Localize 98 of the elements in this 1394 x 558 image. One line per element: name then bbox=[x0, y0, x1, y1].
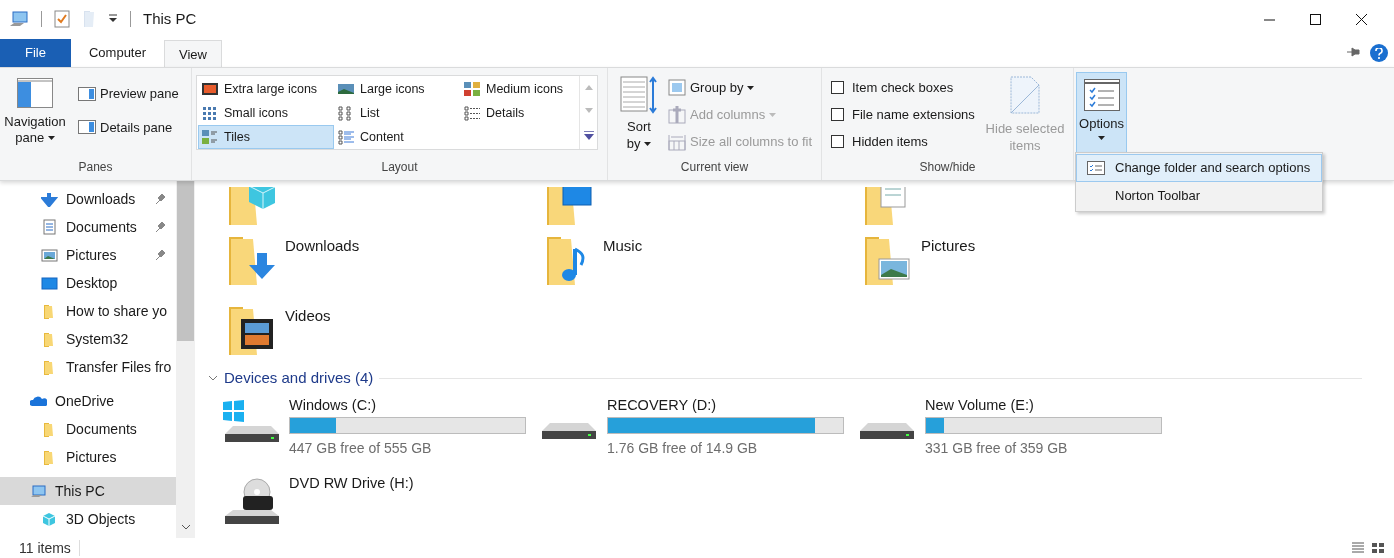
picture-icon bbox=[41, 247, 58, 263]
group-label: Panes bbox=[77, 159, 114, 176]
help-icon[interactable] bbox=[1370, 44, 1388, 62]
document-icon bbox=[1010, 76, 1040, 114]
group-label: Layout bbox=[380, 159, 419, 176]
cube-folder-icon bbox=[227, 187, 275, 225]
free-space-text: 1.76 GB free of 14.9 GB bbox=[607, 438, 759, 458]
sidebar-item[interactable]: System32 bbox=[0, 325, 176, 353]
layout-option[interactable]: Tiles bbox=[198, 125, 334, 149]
sidebar-item[interactable]: Pictures bbox=[0, 241, 176, 269]
layout-option[interactable]: Small icons bbox=[198, 101, 334, 125]
menu-item[interactable]: Change folder and search options bbox=[1076, 154, 1322, 182]
option-checkbox[interactable]: Item check boxes bbox=[831, 78, 975, 97]
ribbon-tab[interactable]: View bbox=[164, 40, 222, 68]
details-pane-icon bbox=[78, 120, 96, 135]
view-command-button[interactable]: Group by bbox=[668, 77, 813, 98]
layout-option[interactable]: List bbox=[334, 101, 460, 125]
menu-item[interactable]: Norton Toolbar bbox=[1076, 182, 1322, 210]
free-space-text: 447 GB free of 555 GB bbox=[289, 438, 433, 458]
caret-down-icon bbox=[769, 112, 777, 117]
caret-down-icon bbox=[108, 14, 118, 24]
scroll-up-icon[interactable] bbox=[584, 85, 593, 90]
folder-name: Pictures bbox=[921, 236, 976, 256]
folder-name: Videos bbox=[285, 306, 331, 326]
group-icon bbox=[668, 78, 686, 97]
sidebar-item[interactable]: 3D Objects bbox=[0, 505, 176, 533]
desktop-folder-icon bbox=[545, 187, 593, 225]
view-mode-icon bbox=[463, 81, 481, 97]
sort-by-button[interactable]: Sort by bbox=[616, 68, 662, 156]
chevron-down-icon bbox=[208, 375, 218, 382]
hard-drive-icon bbox=[539, 421, 599, 440]
pin-icon bbox=[1346, 45, 1360, 59]
view-mode-icon bbox=[337, 129, 355, 145]
status-text: 11 items bbox=[18, 538, 72, 558]
sort-icon bbox=[620, 76, 658, 116]
drive-name: DVD RW Drive (H:) bbox=[289, 473, 414, 492]
pane-button[interactable]: Preview pane bbox=[78, 84, 179, 104]
file-tab[interactable]: File bbox=[0, 39, 71, 67]
window-title: This PC bbox=[143, 8, 197, 29]
view-mode-icon bbox=[463, 105, 481, 121]
sidebar-item[interactable]: Pictures bbox=[0, 443, 176, 471]
drive-name: New Volume (E:) bbox=[925, 395, 1035, 414]
options-icon bbox=[1083, 79, 1120, 111]
layout-option[interactable]: Details bbox=[460, 101, 578, 125]
sidebar-item[interactable]: Documents bbox=[0, 213, 176, 241]
arrow-down-icon bbox=[41, 191, 58, 207]
pane-button[interactable]: Details pane bbox=[78, 117, 179, 137]
chevron-down-icon bbox=[180, 524, 191, 530]
drive-name: Windows (C:) bbox=[289, 395, 377, 414]
hard-drive-icon bbox=[857, 421, 917, 440]
add-columns-icon bbox=[668, 105, 686, 124]
layout-option[interactable]: Content bbox=[334, 125, 460, 149]
sidebar-item[interactable]: Documents bbox=[0, 415, 176, 443]
computer-icon bbox=[9, 10, 29, 28]
free-space-text: 331 GB free of 359 GB bbox=[925, 438, 1069, 458]
navigation-pane-icon bbox=[17, 78, 53, 108]
sidebar-item[interactable]: Downloads bbox=[0, 185, 176, 213]
computer-icon bbox=[30, 483, 47, 499]
document-icon bbox=[41, 219, 58, 235]
options-button[interactable]: Options bbox=[1076, 72, 1127, 154]
layout-option[interactable]: Extra large icons bbox=[198, 77, 334, 101]
caret-down-icon bbox=[644, 141, 652, 146]
ribbon-tab[interactable]: Computer bbox=[70, 39, 165, 67]
view-mode-icon bbox=[201, 129, 219, 145]
group-label: Show/hide bbox=[918, 159, 977, 176]
size-columns-icon bbox=[668, 132, 686, 151]
layout-option[interactable]: Medium icons bbox=[460, 77, 578, 101]
scroll-down-icon[interactable] bbox=[584, 108, 593, 113]
drive-name: RECOVERY (D:) bbox=[607, 395, 718, 414]
maximize-icon bbox=[1309, 13, 1321, 25]
group-label: Current view bbox=[679, 159, 750, 176]
caret-down-icon bbox=[1098, 136, 1105, 140]
section-header: Devices and drives (4) bbox=[224, 368, 374, 388]
options-icon bbox=[1087, 161, 1105, 175]
folder-name: Music bbox=[603, 236, 643, 256]
caret-down-icon bbox=[747, 85, 755, 90]
layout-option[interactable]: Large icons bbox=[334, 77, 460, 101]
preview-pane-icon bbox=[78, 86, 96, 101]
monitor-icon bbox=[41, 275, 58, 291]
cube-icon bbox=[41, 511, 58, 527]
caret-down-icon bbox=[47, 135, 55, 140]
view-mode-icon bbox=[201, 105, 219, 121]
view-mode-icon bbox=[337, 81, 355, 97]
checklist-icon bbox=[54, 10, 70, 28]
sidebar-item[interactable]: How to share yo bbox=[0, 297, 176, 325]
scrollbar-thumb[interactable] bbox=[177, 181, 194, 341]
sidebar-item[interactable]: Desktop bbox=[0, 269, 176, 297]
expand-gallery-icon[interactable] bbox=[583, 131, 594, 140]
sidebar-item[interactable]: This PC bbox=[0, 477, 176, 505]
navigation-pane-button[interactable]: Navigation pane bbox=[0, 68, 70, 156]
option-checkbox[interactable]: File name extensions bbox=[831, 105, 975, 124]
option-checkbox[interactable]: Hidden items bbox=[831, 132, 975, 151]
sidebar-item[interactable]: OneDrive bbox=[0, 387, 176, 415]
folder-name: Downloads bbox=[285, 236, 360, 256]
view-mode-icon bbox=[201, 81, 219, 97]
sidebar-item[interactable]: Transfer Files fro bbox=[0, 353, 176, 381]
folder-icon bbox=[82, 10, 96, 28]
close-icon bbox=[1355, 13, 1367, 25]
